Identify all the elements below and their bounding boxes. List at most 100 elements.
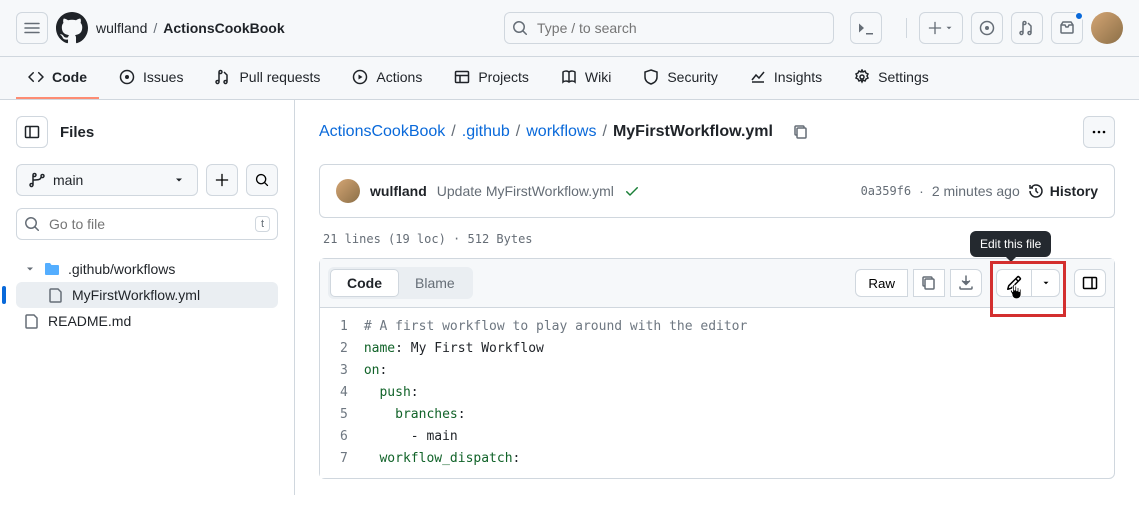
more-options-button[interactable]	[1083, 116, 1115, 148]
tree-file[interactable]: README.md	[16, 308, 278, 334]
user-avatar[interactable]	[1091, 12, 1123, 44]
search-files-button[interactable]	[246, 164, 278, 196]
panel-icon	[24, 124, 40, 140]
nav-code[interactable]: Code	[16, 57, 99, 99]
play-icon	[352, 69, 368, 85]
folder-icon	[44, 261, 60, 277]
commit-message[interactable]: Update MyFirstWorkflow.yml	[437, 183, 614, 199]
file-content-area: ActionsCookBook / .github / workflows / …	[295, 100, 1139, 495]
download-button[interactable]	[950, 269, 982, 297]
command-palette-button[interactable]	[850, 12, 882, 44]
breadcrumb-current: MyFirstWorkflow.yml	[613, 123, 773, 141]
latest-commit-bar: wulfland Update MyFirstWorkflow.yml 0a35…	[319, 164, 1115, 218]
pr-icon	[1019, 20, 1035, 36]
symbols-icon	[1082, 275, 1098, 291]
plus-icon	[928, 21, 942, 35]
repo-link[interactable]: ActionsCookBook	[163, 20, 284, 36]
file-icon	[48, 287, 64, 303]
tree-folder[interactable]: .github/workflows	[16, 256, 278, 282]
hamburger-menu-button[interactable]	[16, 12, 48, 44]
code-lines[interactable]: # A first workflow to play around with t…	[364, 308, 1114, 478]
code-tab[interactable]: Code	[330, 269, 399, 297]
edit-file-button[interactable]	[996, 269, 1032, 297]
repo-nav: Code Issues Pull requests Actions Projec…	[0, 57, 1139, 100]
plus-icon	[215, 173, 229, 187]
edit-dropdown-button[interactable]	[1032, 269, 1060, 297]
notification-dot	[1074, 11, 1084, 21]
collapse-sidebar-button[interactable]	[16, 116, 48, 148]
nav-label: Projects	[478, 69, 529, 85]
top-actions	[902, 12, 1123, 44]
file-toolbar: Code Blame Raw Edit this file	[320, 259, 1114, 308]
nav-security[interactable]: Security	[631, 57, 730, 99]
file-name: MyFirstWorkflow.yml	[72, 287, 200, 303]
chevron-down-icon	[24, 263, 36, 275]
commit-time: 2 minutes ago	[932, 183, 1020, 199]
gear-icon	[854, 69, 870, 85]
nav-label: Code	[52, 69, 87, 85]
nav-label: Pull requests	[239, 69, 320, 85]
breadcrumb-part[interactable]: workflows	[526, 123, 596, 141]
view-tabs: Code Blame	[328, 267, 473, 299]
chevron-down-icon	[173, 174, 185, 186]
pencil-icon	[1006, 275, 1022, 291]
copy-icon	[793, 124, 809, 140]
table-icon	[454, 69, 470, 85]
issues-button[interactable]	[971, 12, 1003, 44]
history-icon	[1028, 183, 1044, 199]
raw-button[interactable]: Raw	[855, 269, 908, 297]
breadcrumb-root[interactable]: ActionsCookBook	[319, 123, 445, 141]
file-breadcrumb: ActionsCookBook / .github / workflows / …	[319, 116, 1115, 148]
nav-insights[interactable]: Insights	[738, 57, 834, 99]
commit-sha[interactable]: 0a359f6	[861, 184, 912, 198]
nav-settings[interactable]: Settings	[842, 57, 941, 99]
pull-requests-button[interactable]	[1011, 12, 1043, 44]
history-link[interactable]: History	[1028, 183, 1098, 199]
search-icon	[24, 216, 40, 232]
search-icon	[512, 20, 528, 36]
copy-icon	[921, 275, 937, 291]
breadcrumb-part[interactable]: .github	[462, 123, 510, 141]
blame-tab[interactable]: Blame	[399, 269, 471, 297]
commit-author-avatar[interactable]	[336, 179, 360, 203]
line-numbers: 1 2 3 4 5 6 7	[320, 308, 364, 478]
commit-author[interactable]: wulfland	[370, 183, 427, 199]
file-tree: .github/workflows MyFirstWorkflow.yml RE…	[16, 256, 278, 334]
copy-raw-button[interactable]	[913, 269, 945, 297]
branch-selector[interactable]: main	[16, 164, 198, 196]
nav-pull-requests[interactable]: Pull requests	[203, 57, 332, 99]
kebab-icon	[1091, 124, 1107, 140]
copy-path-button[interactable]	[787, 118, 815, 146]
tree-file-active[interactable]: MyFirstWorkflow.yml	[16, 282, 278, 308]
nav-projects[interactable]: Projects	[442, 57, 541, 99]
symbols-button[interactable]	[1074, 269, 1106, 297]
folder-name: .github/workflows	[68, 261, 175, 277]
nav-label: Settings	[878, 69, 929, 85]
branch-name: main	[53, 172, 83, 188]
file-view: Code Blame Raw Edit this file	[319, 258, 1115, 479]
create-new-button[interactable]	[919, 12, 963, 44]
shield-icon	[643, 69, 659, 85]
edit-tooltip: Edit this file	[970, 231, 1051, 257]
issue-icon	[979, 20, 995, 36]
divider	[906, 18, 907, 38]
owner-link[interactable]: wulfland	[96, 20, 147, 36]
github-logo[interactable]	[56, 12, 88, 44]
nav-label: Insights	[774, 69, 822, 85]
issue-icon	[119, 69, 135, 85]
nav-wiki[interactable]: Wiki	[549, 57, 623, 99]
nav-label: Issues	[143, 69, 183, 85]
code-area: 1 2 3 4 5 6 7 # A first workflow to play…	[320, 308, 1114, 478]
book-icon	[561, 69, 577, 85]
chevron-down-icon	[1041, 278, 1051, 288]
nav-actions[interactable]: Actions	[340, 57, 434, 99]
search-input[interactable]	[504, 12, 834, 44]
nav-issues[interactable]: Issues	[107, 57, 195, 99]
sidebar-title: Files	[60, 124, 94, 141]
add-file-button[interactable]	[206, 164, 238, 196]
global-search	[504, 12, 834, 44]
notifications-button[interactable]	[1051, 12, 1083, 44]
pr-icon	[215, 69, 231, 85]
top-bar: wulfland / ActionsCookBook	[0, 0, 1139, 57]
file-search-input[interactable]	[16, 208, 278, 240]
